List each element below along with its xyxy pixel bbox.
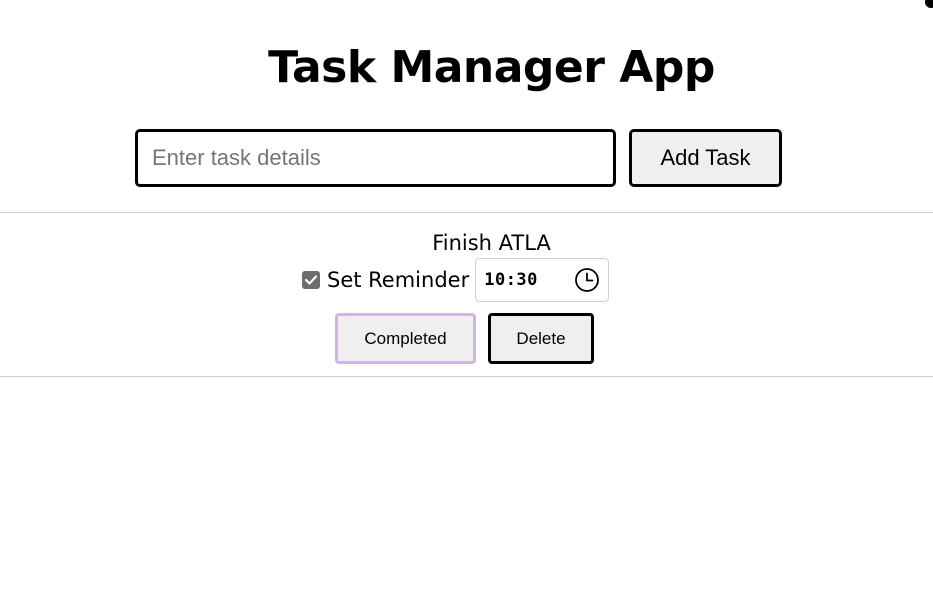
reminder-checkbox[interactable] xyxy=(302,271,320,289)
completed-button[interactable]: Completed xyxy=(335,313,476,364)
page: Task Manager App Add Task Finish ATLA Se… xyxy=(0,0,933,615)
check-icon xyxy=(305,275,317,285)
reminder-time-input[interactable]: 10:30 xyxy=(475,258,610,302)
delete-button[interactable]: Delete xyxy=(488,313,594,364)
clock-icon[interactable] xyxy=(574,267,600,293)
reminder-row: Set Reminder 10:30 xyxy=(302,258,610,302)
reminder-time-value: 10:30 xyxy=(484,270,538,290)
task-input[interactable] xyxy=(135,129,616,187)
task-text: Finish ATLA xyxy=(432,231,551,255)
reminder-label: Set Reminder xyxy=(327,268,470,292)
page-title: Task Manager App xyxy=(268,42,715,93)
divider xyxy=(0,212,933,213)
divider xyxy=(0,376,933,377)
window-corner-mark xyxy=(925,0,933,8)
add-task-button[interactable]: Add Task xyxy=(629,129,782,187)
